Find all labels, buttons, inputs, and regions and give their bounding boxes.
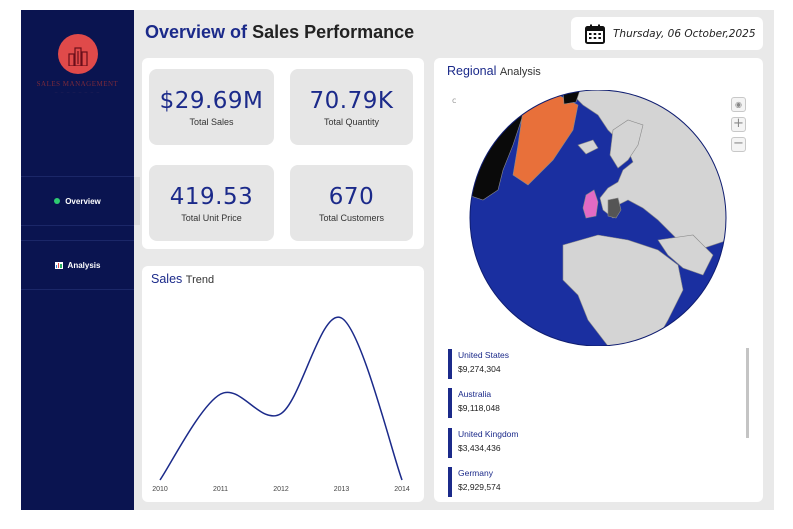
title-primary: Regional [447,64,497,78]
locate-icon[interactable]: ◉ [731,97,746,112]
sidebar-item-label: Analysis [67,260,101,270]
sales-trend-chart: 2010 2011 2012 2013 2014 [152,316,410,493]
active-indicator [134,177,140,225]
region-name: Australia [458,389,492,399]
region-value: $9,274,304 [458,364,501,374]
title-part-2: Sales Performance [252,22,415,42]
kpi-card-total-unit-price: 419.53 Total Unit Price [149,165,274,241]
region-bar [448,467,452,497]
regional-title: Regional Analysis [447,64,541,78]
kpi-label: Total Customers [318,212,385,223]
calendar-icon [585,24,605,44]
title-secondary: Analysis [499,66,541,78]
kpi-value: 670 [328,183,375,210]
date-text: Thursday, 06 October,2025 [613,27,756,40]
date-display: Thursday, 06 October,2025 [571,17,763,50]
title-part-1: Overview of [145,22,248,42]
map-marker-label: c [452,96,457,105]
kpi-card-total-customers: 670 Total Customers [290,165,413,241]
kpi-value: 419.53 [169,183,254,210]
region-name: Germany [458,468,493,478]
zoom-out-icon[interactable]: − [731,137,746,152]
sidebar-item-overview[interactable]: Overview [21,176,140,226]
x-tick-label: 2013 [334,486,350,493]
region-bar [448,349,452,379]
x-tick-label: 2010 [152,486,168,493]
globe-map[interactable] [468,90,728,346]
kpi-value: 70.79K [309,87,394,114]
region-name: United Kingdom [458,429,519,439]
green-dot-icon [54,198,61,204]
region-name: United States [458,350,510,360]
sidebar-item-analysis[interactable]: Analysis [21,240,134,290]
x-tick-label: 2014 [394,486,410,493]
kpi-label: Total Sales [189,116,234,127]
trend-line [159,316,403,481]
kpi-label: Total Unit Price [181,212,242,223]
region-bar [448,388,452,418]
kpi-card-total-quantity: 70.79K Total Quantity [290,69,413,145]
kpi-label: Total Quantity [323,116,380,127]
x-tick-label: 2011 [213,486,228,493]
region-value: $9,118,048 [458,403,500,413]
list-scrollbar[interactable] [746,348,749,438]
logo-subline: — — — — — — — — [54,90,101,94]
zoom-in-icon[interactable]: + [731,117,746,132]
sidebar-item-label: Overview [65,196,101,206]
kpi-card-total-sales: $29.69M Total Sales [149,69,274,145]
logo-text: SALES MANAGEMENT [36,80,119,88]
sidebar: SALES MANAGEMENT — — — — — — — — Overvie… [21,10,140,510]
building-logo-icon [57,34,98,74]
page-title: Overview of Sales Performance [145,22,414,43]
logo: SALES MANAGEMENT — — — — — — — — [21,34,134,94]
region-value: $2,929,574 [458,482,501,492]
x-tick-label: 2012 [273,486,289,493]
region-value: $3,434,436 [458,443,501,453]
kpi-value: $29.69M [159,87,264,114]
bar-chart-icon [54,261,63,269]
region-bar [448,428,452,458]
